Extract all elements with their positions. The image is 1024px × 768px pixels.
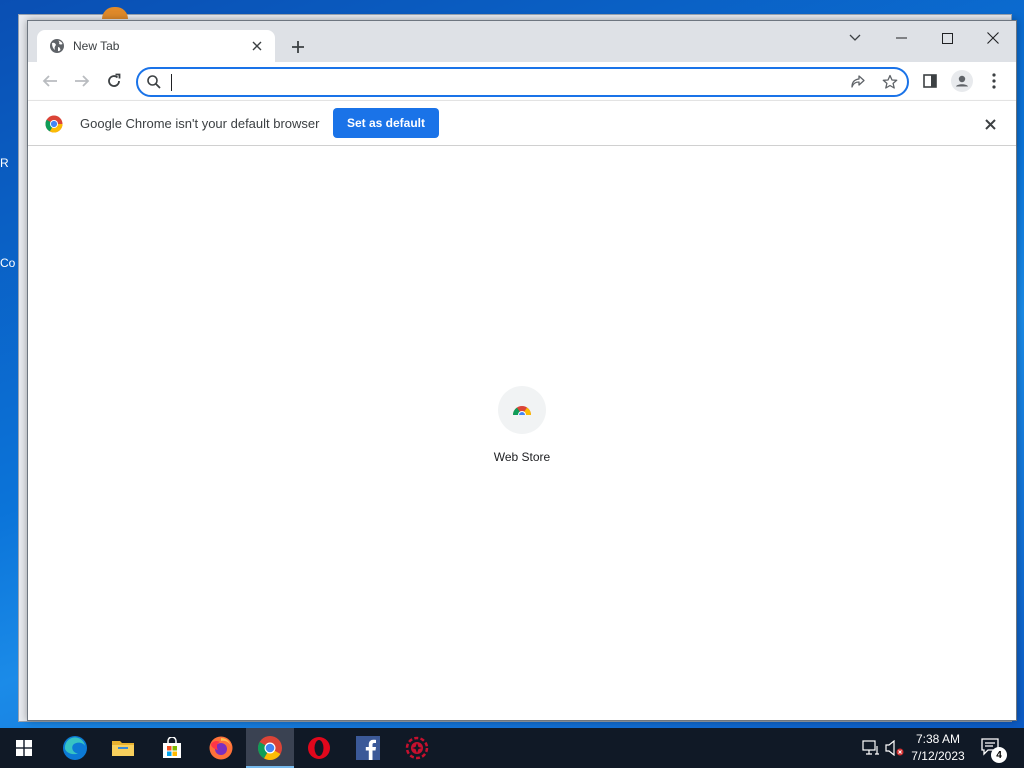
web-store-icon — [511, 406, 533, 417]
facebook-icon — [356, 736, 380, 760]
opera-icon — [308, 737, 330, 759]
arrow-right-icon — [75, 75, 90, 87]
edge-icon — [63, 736, 87, 760]
new-tab-button[interactable] — [286, 35, 310, 59]
clock-time: 7:38 AM — [915, 732, 961, 746]
chrome-window: New Tab Google Chrome isn't your default… — [27, 20, 1017, 721]
share-icon[interactable] — [849, 73, 867, 91]
taskbar-edge[interactable] — [51, 728, 99, 768]
maximize-button[interactable] — [924, 23, 970, 53]
start-button[interactable] — [0, 728, 48, 768]
store-icon — [163, 737, 181, 758]
taskbar-chrome[interactable] — [246, 728, 294, 768]
system-clock[interactable]: 7:38 AM 7/12/2023 — [902, 731, 974, 765]
chrome-icon — [257, 736, 282, 761]
chrome-logo-icon — [45, 115, 63, 133]
firefox-icon — [209, 736, 233, 760]
clock-date: 7/12/2023 — [911, 749, 965, 763]
taskbar-app[interactable] — [393, 728, 441, 768]
reload-button[interactable] — [100, 67, 128, 95]
taskbar: 7:38 AM 7/12/2023 4 — [0, 728, 1024, 768]
globe-icon — [50, 39, 64, 53]
tab-title: New Tab — [73, 39, 120, 53]
windows-logo-icon — [16, 740, 32, 756]
more-vert-icon — [992, 73, 996, 89]
search-icon — [147, 75, 161, 89]
minimize-icon — [895, 37, 907, 39]
profile-icon — [951, 70, 973, 92]
chevron-down-icon — [849, 34, 861, 41]
profile-button[interactable] — [948, 67, 976, 95]
new-tab-page: Web Store — [28, 146, 1016, 720]
text-caret — [171, 74, 172, 91]
back-button[interactable] — [36, 67, 64, 95]
plus-icon — [292, 41, 304, 53]
infobar-message: Google Chrome isn't your default browser — [80, 116, 320, 131]
minimize-button[interactable] — [878, 23, 924, 53]
close-icon — [987, 32, 999, 44]
taskbar-opera[interactable] — [295, 728, 343, 768]
shortcut-web-store[interactable]: Web Store — [480, 386, 564, 476]
close-window-button[interactable] — [970, 23, 1016, 53]
forward-button[interactable] — [68, 67, 96, 95]
side-panel-icon — [923, 74, 937, 88]
desktop-icon-label[interactable]: Co — [0, 256, 18, 278]
taskbar-firefox[interactable] — [197, 728, 245, 768]
reload-icon — [108, 73, 121, 87]
folder-icon — [112, 741, 134, 756]
shortcut-tile — [498, 386, 546, 434]
menu-button[interactable] — [980, 67, 1008, 95]
toolbar — [28, 62, 1016, 100]
shortcut-label: Web Store — [493, 450, 551, 464]
tab-strip: New Tab — [28, 21, 1016, 62]
default-browser-infobar: Google Chrome isn't your default browser… — [28, 100, 1016, 146]
set-as-default-button[interactable]: Set as default — [333, 108, 439, 138]
bookmark-star-icon[interactable] — [881, 73, 899, 91]
tab-close-icon[interactable] — [247, 36, 267, 56]
desktop-icon-label[interactable]: R — [0, 156, 18, 178]
taskbar-facebook[interactable] — [344, 728, 392, 768]
side-panel-button[interactable] — [916, 67, 944, 95]
maximize-icon — [941, 32, 953, 44]
tab-search-button[interactable] — [832, 23, 878, 53]
notification-count-badge: 4 — [991, 747, 1007, 763]
address-bar[interactable] — [136, 67, 909, 97]
tab-new-tab[interactable]: New Tab — [37, 30, 275, 62]
infobar-close-icon[interactable] — [980, 114, 1000, 134]
arrow-left-icon — [42, 75, 57, 87]
taskbar-store[interactable] — [148, 728, 196, 768]
taskbar-file-explorer[interactable] — [99, 728, 147, 768]
network-icon[interactable] — [861, 738, 881, 758]
background-app-icon — [102, 7, 128, 19]
address-input[interactable] — [170, 71, 810, 93]
red-gear-icon — [405, 736, 429, 760]
